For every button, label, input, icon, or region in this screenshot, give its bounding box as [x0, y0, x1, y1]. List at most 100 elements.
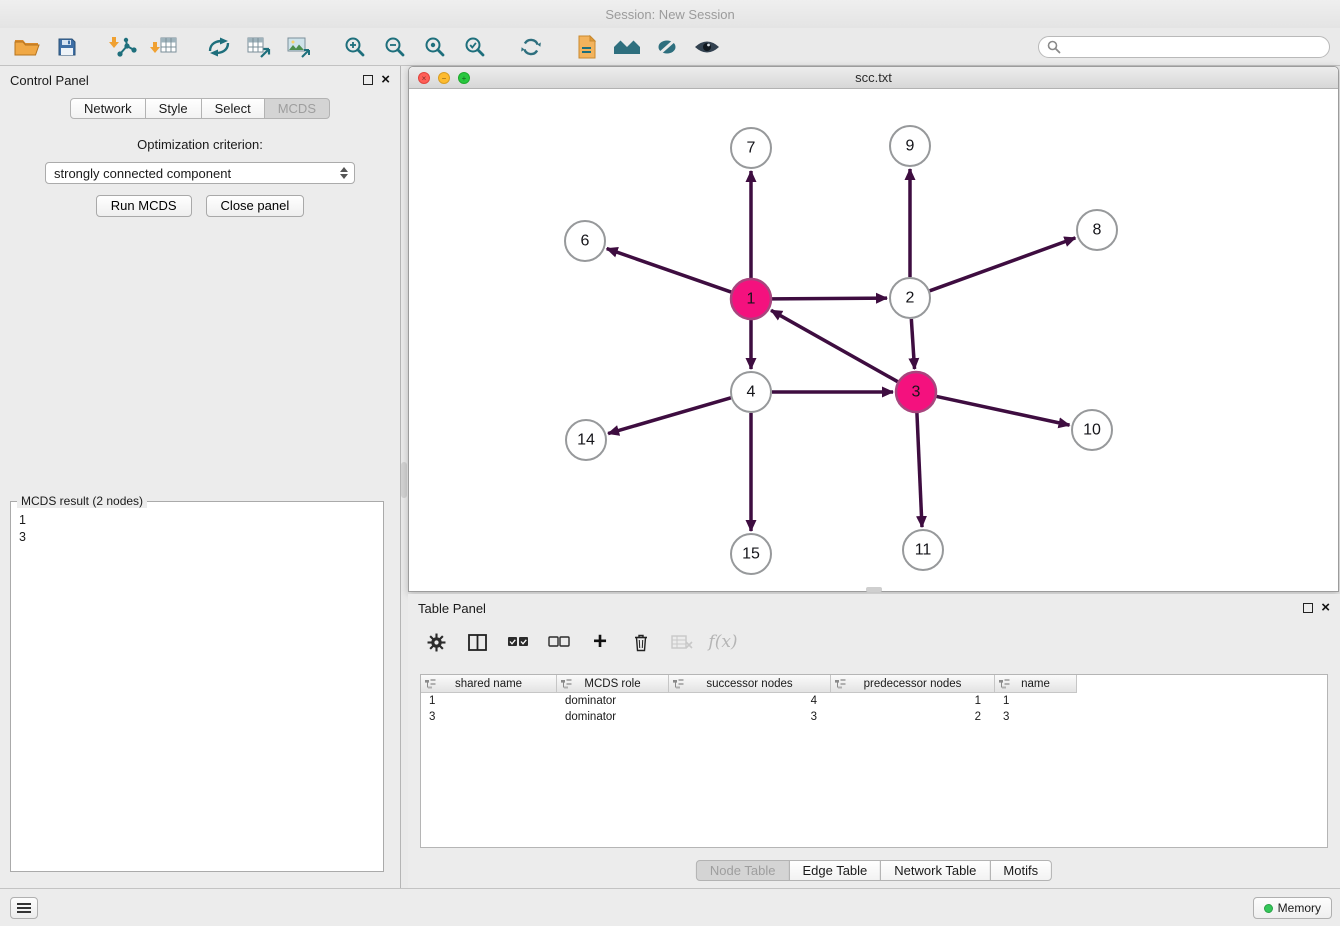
window-title: Session: New Session — [605, 7, 734, 22]
node-8[interactable]: 8 — [1077, 210, 1117, 250]
table-panel-title: Table Panel — [418, 601, 486, 616]
sort-hierarchy-icon — [835, 679, 846, 692]
svg-text:8: 8 — [1093, 222, 1102, 239]
checked-boxes-icon — [507, 636, 529, 648]
home-button[interactable] — [610, 31, 644, 63]
table-cell: 1 — [421, 695, 557, 707]
node-7[interactable]: 7 — [731, 128, 771, 168]
table-cell: 4 — [669, 695, 831, 707]
zoom-selected-button[interactable] — [458, 31, 492, 63]
node-11[interactable]: 11 — [903, 530, 943, 570]
memory-button[interactable]: Memory — [1253, 897, 1332, 919]
column-settings-button[interactable] — [424, 629, 448, 655]
save-session-button[interactable] — [50, 31, 84, 63]
table-cell: dominator — [557, 711, 669, 723]
zoom-in-button[interactable] — [338, 31, 372, 63]
optimization-criterion-label: Optimization criterion: — [0, 137, 400, 152]
zoom-fit-icon — [424, 36, 446, 58]
tab-style[interactable]: Style — [145, 98, 202, 119]
table-row[interactable]: 1dominator411 — [421, 693, 1327, 709]
function-icon: f(x) — [708, 632, 737, 652]
node-10[interactable]: 10 — [1072, 410, 1112, 450]
tab-edge-table[interactable]: Edge Table — [788, 860, 881, 881]
node-table[interactable]: shared nameMCDS role successor nodes prede… — [420, 674, 1328, 848]
import-table-button[interactable] — [146, 31, 180, 63]
network-window-title: scc.txt — [409, 70, 1338, 85]
table-row[interactable]: 3dominator323 — [421, 709, 1327, 725]
export-network-button[interactable] — [202, 31, 236, 63]
edge-1-6[interactable] — [607, 249, 731, 292]
delete-table-icon — [671, 635, 693, 649]
zoom-fit-button[interactable] — [418, 31, 452, 63]
import-network-button[interactable] — [106, 31, 140, 63]
control-panel-header: Control Panel × — [0, 66, 400, 94]
table-cell: 2 — [831, 711, 995, 723]
add-column-button[interactable]: + — [588, 629, 612, 655]
tab-network-table[interactable]: Network Table — [880, 860, 990, 881]
close-panel-button[interactable]: Close panel — [206, 195, 305, 217]
column-header-successor-nodes[interactable]: successor nodes — [669, 675, 831, 693]
column-label: successor nodes — [706, 678, 792, 690]
float-window-icon[interactable] — [1303, 603, 1313, 613]
style-filter-button[interactable] — [650, 31, 684, 63]
edge-1-2[interactable] — [772, 298, 887, 299]
network-graph: 7 9 6 8 1 2 4 3 14 10 15 11 — [409, 89, 1338, 591]
node-1[interactable]: 1 — [731, 279, 771, 319]
panel-list-button[interactable] — [10, 897, 38, 919]
control-panel-title: Control Panel — [10, 73, 89, 88]
delete-column-button[interactable] — [629, 629, 653, 655]
tab-motifs[interactable]: Motifs — [989, 860, 1052, 881]
apply-layout-button[interactable] — [514, 31, 548, 63]
mcds-result-title: MCDS result (2 nodes) — [17, 494, 147, 508]
network-window-titlebar[interactable]: × − + scc.txt — [409, 67, 1338, 89]
network-view-window: × − + scc.txt 7 9 6 8 1 2 4 3 14 10 15 11 — [408, 66, 1339, 592]
close-icon[interactable]: × — [1321, 602, 1330, 614]
edge-2-8[interactable] — [930, 238, 1076, 291]
column-header-predecessor-nodes[interactable]: predecessor nodes — [831, 675, 995, 693]
deselect-all-rows-button[interactable] — [547, 629, 571, 655]
zoom-out-button[interactable] — [378, 31, 412, 63]
select-all-rows-button[interactable] — [506, 629, 530, 655]
node-3[interactable]: 3 — [896, 372, 936, 412]
edge-3-1[interactable] — [771, 310, 898, 381]
network-canvas[interactable]: 7 9 6 8 1 2 4 3 14 10 15 11 — [409, 89, 1338, 591]
panel-resize-grip[interactable] — [401, 462, 407, 498]
show-graphics-details-button[interactable] — [690, 31, 724, 63]
float-window-icon[interactable] — [363, 75, 373, 85]
node-2[interactable]: 2 — [890, 278, 930, 318]
tab-node-table[interactable]: Node Table — [696, 860, 790, 881]
svg-text:9: 9 — [906, 138, 915, 155]
show-columns-button[interactable] — [465, 629, 489, 655]
tab-network[interactable]: Network — [70, 98, 146, 119]
plus-icon: + — [593, 631, 607, 653]
window-titlebar: Session: New Session — [0, 0, 1340, 28]
node-4[interactable]: 4 — [731, 372, 771, 412]
home-icon — [613, 38, 641, 56]
node-14[interactable]: 14 — [566, 420, 606, 460]
tab-select[interactable]: Select — [201, 98, 265, 119]
edge-3-11[interactable] — [917, 413, 922, 527]
column-header-shared-name[interactable]: shared name — [421, 675, 557, 693]
close-icon[interactable]: × — [381, 74, 390, 86]
run-mcds-button[interactable]: Run MCDS — [96, 195, 192, 217]
node-6[interactable]: 6 — [565, 221, 605, 261]
optimization-criterion-select[interactable]: strongly connected component — [45, 162, 355, 184]
search-input[interactable] — [1066, 39, 1321, 54]
search-box[interactable] — [1038, 36, 1330, 58]
node-15[interactable]: 15 — [731, 534, 771, 574]
edge-3-10[interactable] — [937, 396, 1070, 425]
window-resize-grip[interactable] — [866, 587, 882, 592]
edge-2-3[interactable] — [911, 319, 914, 369]
export-table-button[interactable] — [242, 31, 276, 63]
edge-4-14[interactable] — [608, 398, 731, 434]
column-header-mcds-role[interactable]: MCDS role — [557, 675, 669, 693]
annotations-button[interactable] — [570, 31, 604, 63]
export-image-button[interactable] — [282, 31, 316, 63]
mcds-result-box[interactable]: MCDS result (2 nodes) 1 3 — [10, 494, 384, 872]
column-header-name[interactable]: name — [995, 675, 1077, 693]
node-9[interactable]: 9 — [890, 126, 930, 166]
svg-text:1: 1 — [747, 291, 756, 308]
tab-mcds[interactable]: MCDS — [264, 98, 330, 119]
eye-icon — [694, 39, 720, 55]
open-session-button[interactable] — [10, 31, 44, 63]
